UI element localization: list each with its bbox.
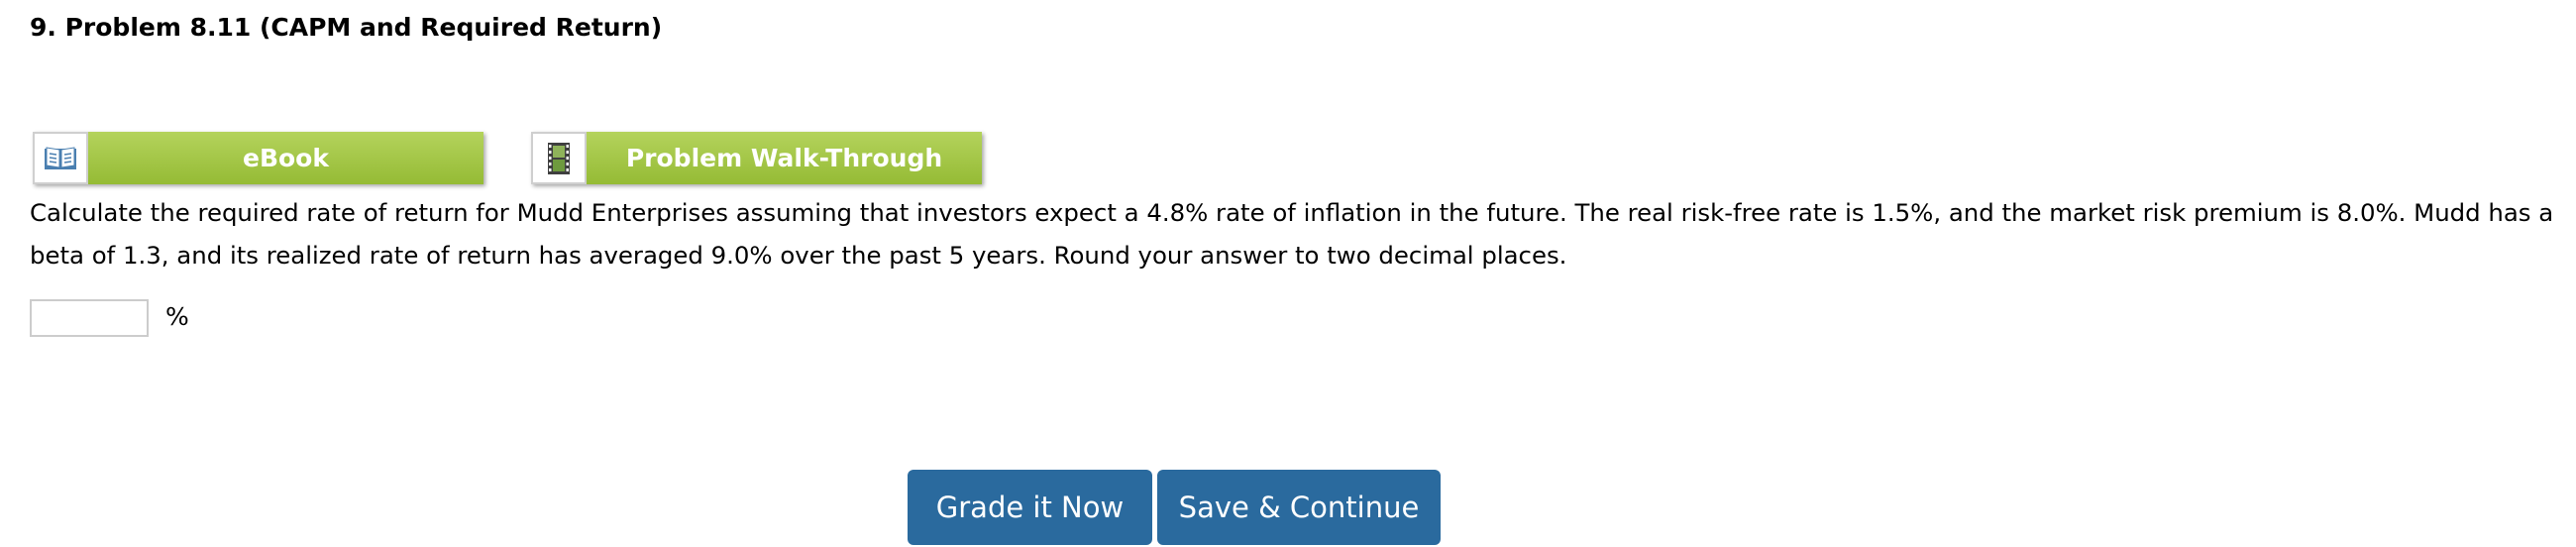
- problem-title: 9. Problem 8.11 (CAPM and Required Retur…: [30, 13, 663, 42]
- question-line-1: Calculate the required rate of return fo…: [30, 198, 2554, 227]
- book-icon: [45, 146, 76, 169]
- ebook-icon-box: [33, 132, 88, 184]
- ebook-button[interactable]: eBook: [33, 132, 483, 184]
- film-icon: [548, 142, 570, 174]
- walkthrough-icon-box: [531, 132, 587, 184]
- question-text: Calculate the required rate of return fo…: [30, 191, 2566, 276]
- grade-it-now-button[interactable]: Grade it Now: [908, 470, 1152, 545]
- question-line-2: beta of 1.3, and its realized rate of re…: [30, 241, 1567, 270]
- answer-input[interactable]: [30, 299, 149, 337]
- problem-walkthrough-button[interactable]: Problem Walk-Through: [531, 132, 982, 184]
- ebook-label: eBook: [88, 132, 483, 184]
- walkthrough-label: Problem Walk-Through: [587, 132, 982, 184]
- percent-unit-label: %: [165, 302, 189, 331]
- save-and-continue-button[interactable]: Save & Continue: [1157, 470, 1441, 545]
